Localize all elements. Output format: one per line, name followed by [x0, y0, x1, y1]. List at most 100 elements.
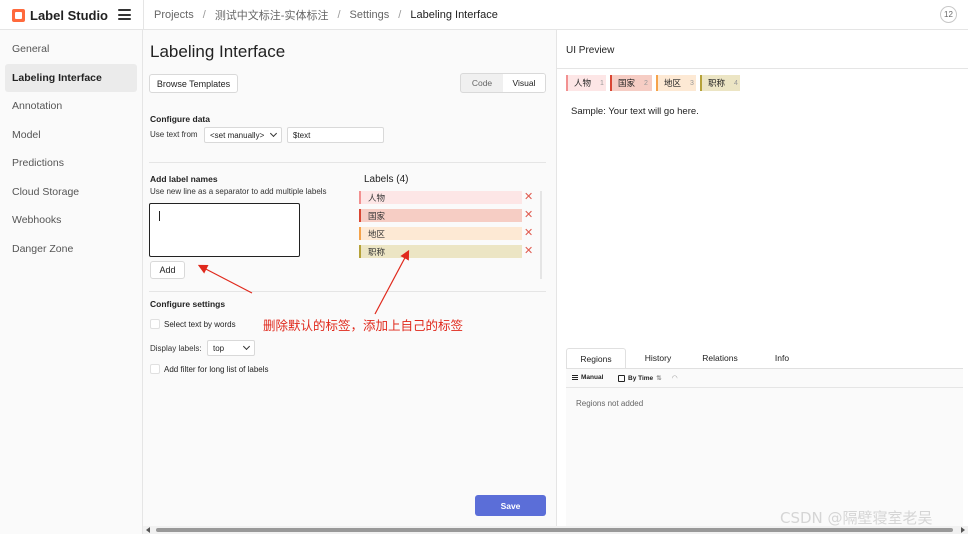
label-name: 职称	[368, 246, 386, 257]
text-cursor	[159, 211, 160, 221]
app-name: Label Studio	[30, 8, 108, 23]
sidebar-item-danger-zone[interactable]: Danger Zone	[5, 235, 137, 263]
configure-settings-heading: Configure settings	[150, 299, 226, 309]
scroll-left-icon[interactable]	[146, 527, 150, 533]
breadcrumb-settings[interactable]: Settings	[350, 9, 390, 21]
watermark: CSDN @隔壁寝室老吴	[780, 509, 933, 527]
page-title: Labeling Interface	[150, 42, 286, 61]
labels-scrollbar[interactable]	[540, 191, 542, 279]
scrollbar-thumb[interactable]	[156, 528, 953, 532]
preview-label-chip[interactable]: 国家 2	[610, 75, 652, 91]
preview-title: UI Preview	[566, 45, 615, 56]
regions-empty-message: Regions not added	[576, 399, 644, 408]
config-panel: Labeling Interface Browse Templates Code…	[143, 30, 556, 534]
sidebar-item-predictions[interactable]: Predictions	[5, 149, 137, 177]
breadcrumb-separator: /	[398, 9, 402, 21]
preview-label-chip[interactable]: 地区 3	[656, 75, 696, 91]
list-icon	[572, 375, 578, 380]
sidebar-item-general[interactable]: General	[5, 35, 137, 63]
sort-icon: ⇅	[656, 375, 662, 382]
side-panel-tabs: Regions History Relations Info	[566, 348, 963, 368]
add-label-button[interactable]: Add	[150, 261, 185, 279]
tab-info[interactable]: Info	[752, 348, 812, 368]
data-value-input[interactable]: $text	[287, 127, 384, 143]
divider	[149, 162, 546, 163]
top-bar: Label Studio Projects / 测试中文标注-实体标注 / Se…	[0, 0, 968, 30]
data-source-value: <set manually>	[210, 130, 265, 140]
sidebar-item-annotation[interactable]: Annotation	[5, 92, 137, 120]
label-row[interactable]: 人物	[359, 191, 522, 204]
chip-hotkey: 1	[600, 79, 604, 87]
configure-data-heading: Configure data	[150, 114, 210, 124]
logo[interactable]: Label Studio	[12, 8, 108, 23]
manual-order-toggle[interactable]: Manual	[572, 374, 603, 381]
remove-label-close-icon[interactable]: ✕	[524, 245, 533, 258]
by-time-label: By Time	[628, 374, 654, 382]
breadcrumb: Projects / 测试中文标注-实体标注 / Settings / Labe…	[143, 0, 498, 30]
annotation-text: 删除默认的标签，添加上自己的标签	[263, 318, 464, 333]
label-name: 地区	[368, 228, 386, 239]
chevron-down-icon	[242, 342, 251, 351]
divider	[557, 68, 968, 69]
view-toggle: Code Visual	[460, 73, 546, 93]
data-source-select[interactable]: <set manually>	[204, 127, 282, 143]
breadcrumb-projects[interactable]: Projects	[154, 9, 194, 21]
display-labels-label: Display labels:	[150, 344, 202, 353]
menu-icon[interactable]	[118, 9, 131, 20]
select-by-words-checkbox[interactable]	[150, 319, 160, 329]
tab-relations[interactable]: Relations	[690, 348, 750, 368]
visibility-icon[interactable]: ◠	[672, 374, 677, 382]
browse-templates-button[interactable]: Browse Templates	[149, 74, 238, 93]
scroll-right-icon[interactable]	[961, 527, 965, 533]
divider	[566, 387, 963, 388]
manual-label: Manual	[581, 374, 604, 381]
label-row[interactable]: 职称	[359, 245, 522, 258]
remove-label-close-icon[interactable]: ✕	[524, 209, 533, 222]
sidebar-item-labeling-interface[interactable]: Labeling Interface	[5, 63, 137, 92]
remove-label-close-icon[interactable]: ✕	[524, 191, 533, 204]
tab-history[interactable]: History	[628, 348, 688, 368]
chip-label: 职称	[708, 78, 726, 88]
add-filter-checkbox[interactable]	[150, 364, 160, 374]
use-text-from-label: Use text from	[150, 130, 198, 139]
chip-label: 地区	[664, 78, 682, 88]
tab-regions[interactable]: Regions	[566, 348, 626, 368]
preview-label-chip[interactable]: 人物 1	[566, 75, 606, 91]
sidebar-item-model[interactable]: Model	[5, 121, 137, 149]
display-labels-value: top	[213, 343, 225, 353]
save-button[interactable]: Save	[475, 495, 546, 516]
label-names-textarea[interactable]	[149, 203, 300, 257]
preview-label-chip[interactable]: 职称 4	[700, 75, 740, 91]
sidebar-item-webhooks[interactable]: Webhooks	[5, 206, 137, 234]
breadcrumb-project[interactable]: 测试中文标注-实体标注	[215, 7, 329, 23]
display-labels-select[interactable]: top	[207, 340, 255, 356]
chevron-down-icon	[269, 129, 278, 138]
ui-preview-panel: UI Preview 人物 1 国家 2 地区 3 职称 4 Sample: Your tex…	[556, 30, 968, 534]
chip-label: 人物	[574, 78, 592, 88]
label-row[interactable]: 国家	[359, 209, 522, 222]
add-label-names-heading: Add label names	[150, 174, 218, 184]
calendar-icon	[618, 374, 625, 382]
tab-code[interactable]: Code	[461, 74, 503, 92]
sample-text: Sample: Your text will go here.	[571, 106, 699, 117]
sort-by-time-toggle[interactable]: By Time ⇅	[618, 374, 662, 382]
add-filter-label: Add filter for long list of labels	[164, 365, 269, 374]
horizontal-scrollbar[interactable]	[143, 526, 968, 534]
label-name: 人物	[368, 192, 386, 203]
chip-label: 国家	[618, 78, 636, 88]
labels-heading: Labels (4)	[364, 174, 409, 185]
remove-label-close-icon[interactable]: ✕	[524, 227, 533, 240]
tab-visual[interactable]: Visual	[503, 74, 545, 92]
chip-hotkey: 3	[690, 79, 694, 87]
avatar[interactable]: 12	[940, 6, 957, 23]
label-name: 国家	[368, 210, 386, 221]
chip-hotkey: 2	[644, 79, 648, 87]
breadcrumb-separator: /	[202, 9, 206, 21]
label-row[interactable]: 地区	[359, 227, 522, 240]
chip-hotkey: 4	[734, 79, 738, 87]
sidebar-item-cloud-storage[interactable]: Cloud Storage	[5, 178, 137, 206]
label-studio-logo-icon	[12, 9, 25, 22]
breadcrumb-current: Labeling Interface	[410, 9, 498, 21]
breadcrumb-separator: /	[337, 9, 341, 21]
select-by-words-label: Select text by words	[164, 320, 236, 329]
